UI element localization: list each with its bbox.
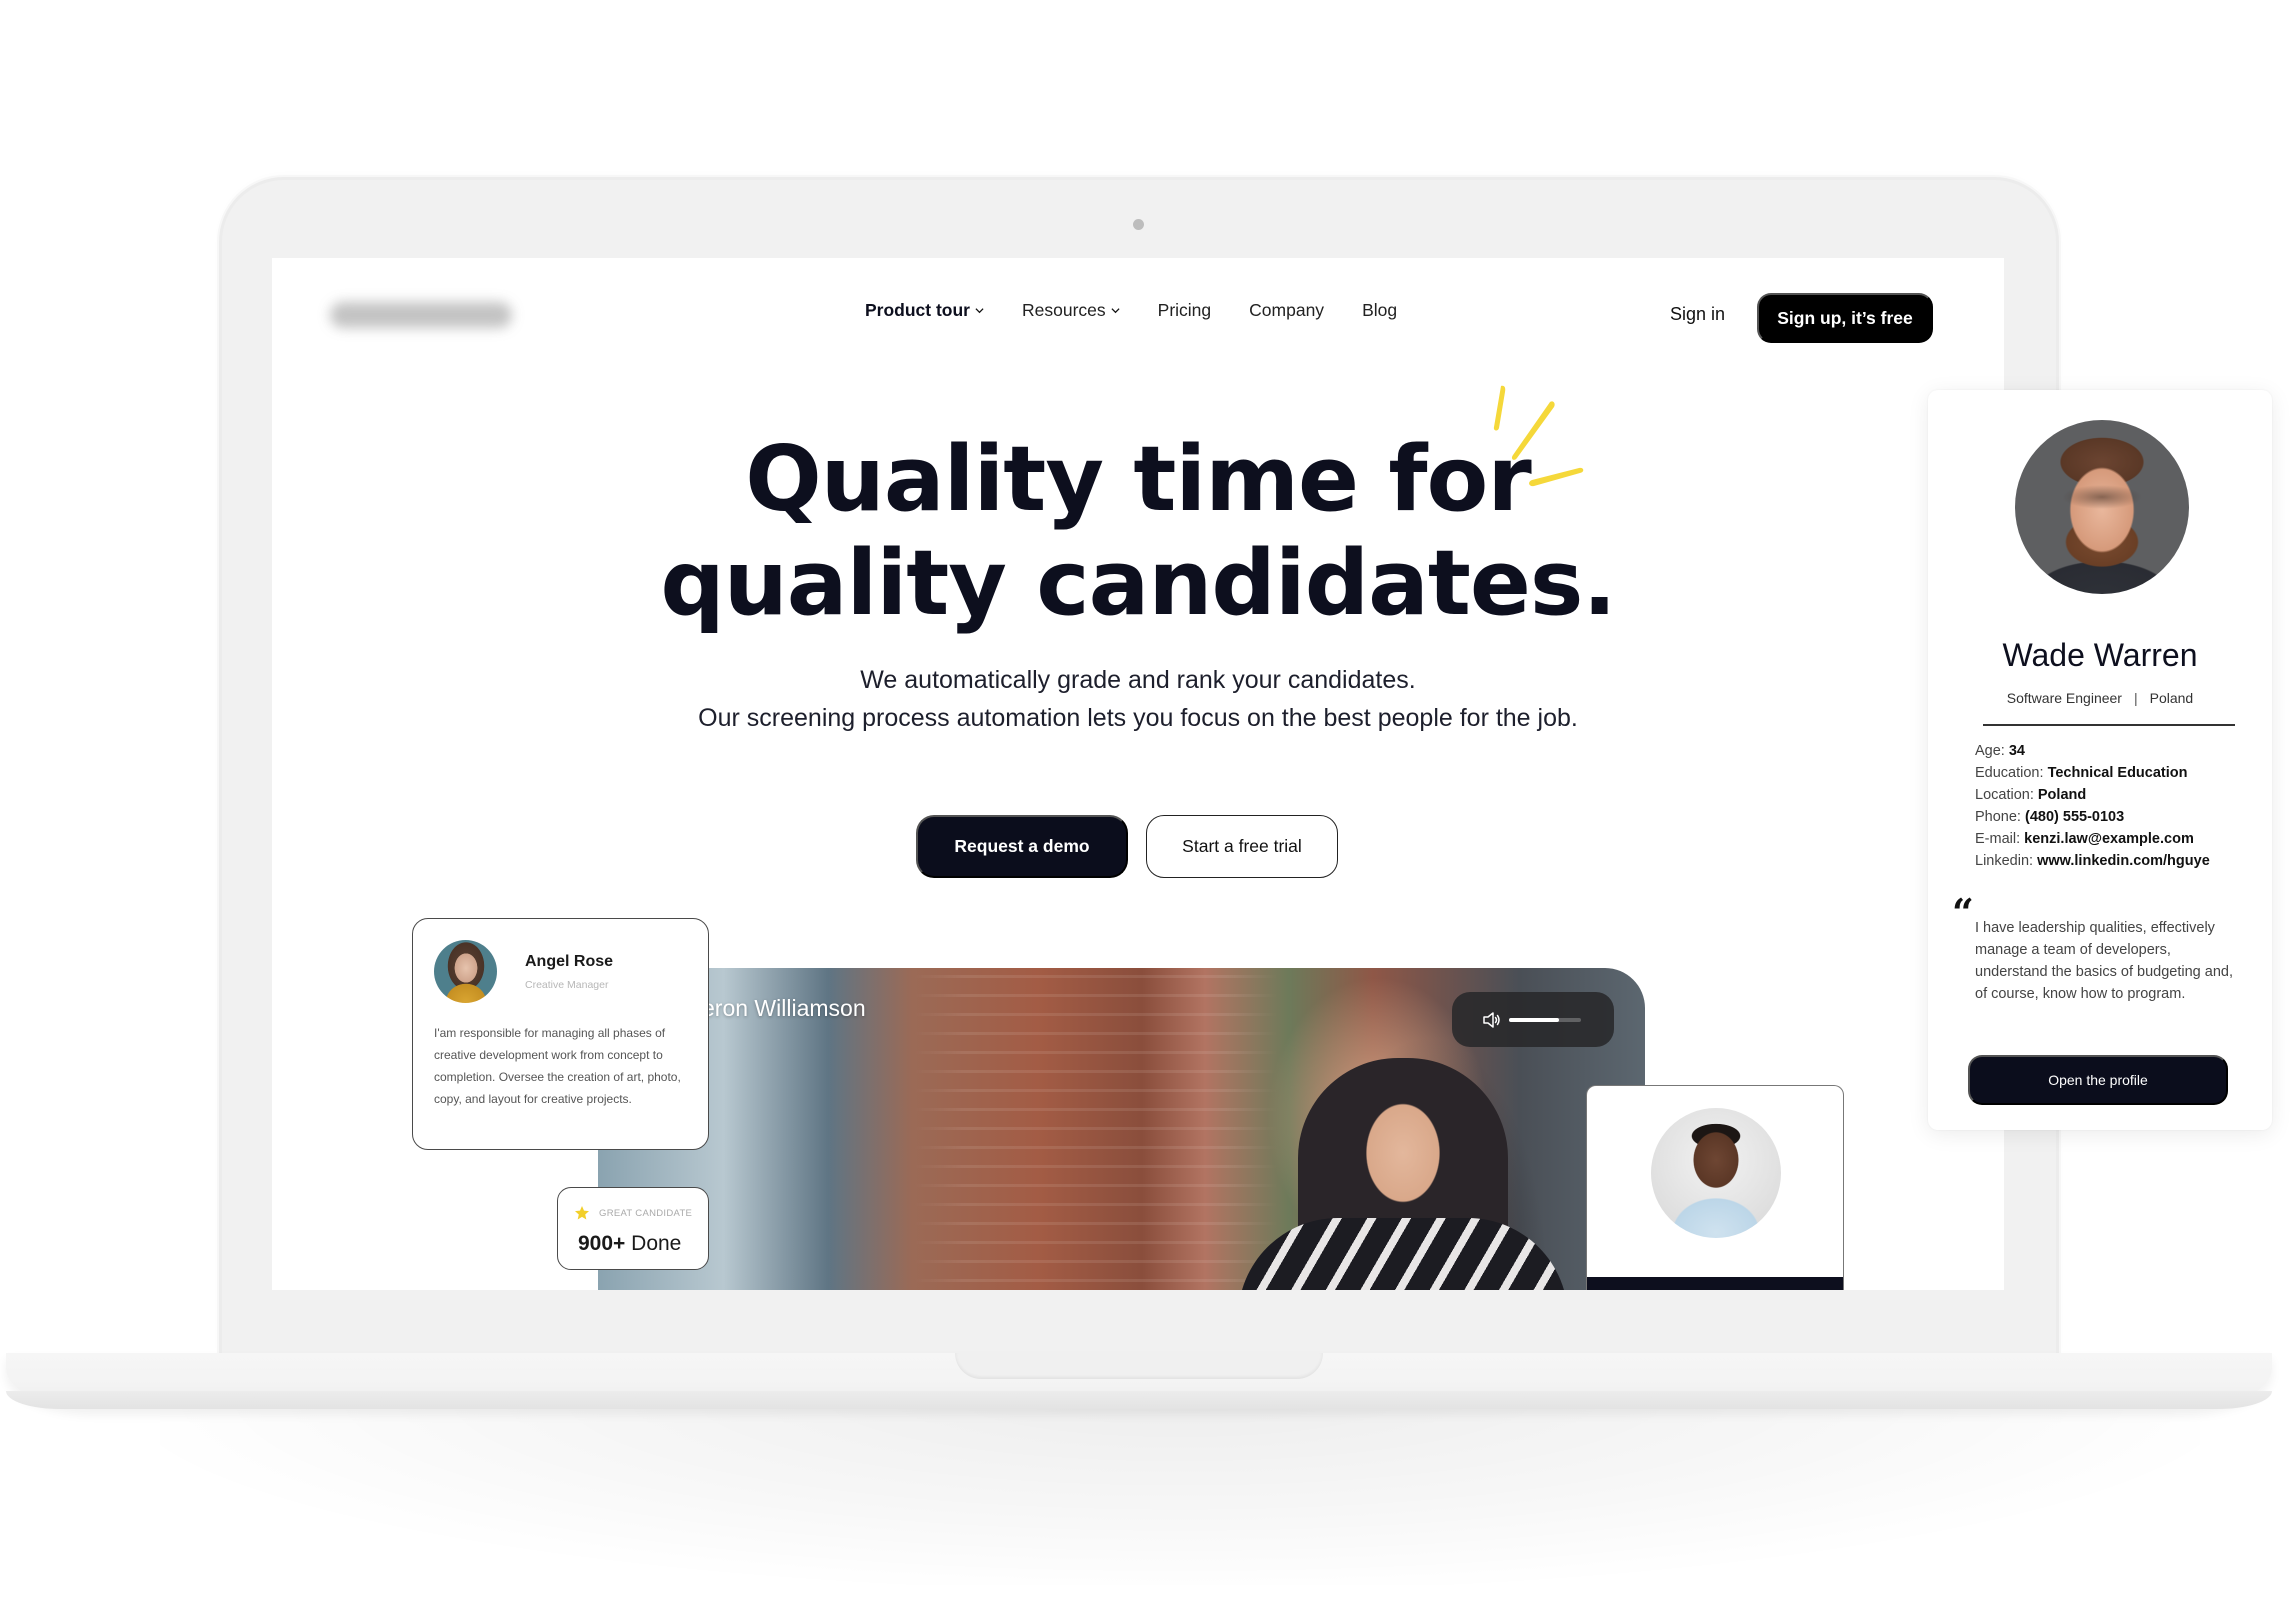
sparkle-stroke [1511, 401, 1555, 460]
nav-item-resources[interactable]: Resources [1022, 300, 1120, 321]
hero-headline: Quality time for quality candidates. [272, 428, 2004, 636]
detail-value: www.linkedin.com/hguye [2037, 853, 2210, 869]
chevron-down-icon [1111, 308, 1120, 314]
sparkle-accent-icon [1493, 385, 1584, 487]
badge-value: 900+ Done [578, 1232, 681, 1256]
profile-name: Wade Warren [2002, 637, 2198, 673]
detail-education: Education: Technical Education [1975, 762, 2210, 784]
laptop-screen: Product tour Resources Pricing Company B… [272, 258, 2004, 1290]
sparkle-stroke [1493, 385, 1506, 431]
badge-value-text: Done [625, 1232, 682, 1255]
brand-logo-blurred[interactable] [330, 302, 512, 328]
volume-control[interactable] [1452, 992, 1614, 1047]
volume-slider[interactable] [1509, 1017, 1581, 1022]
badge-value-number: 900+ [578, 1232, 626, 1255]
detail-phone: Phone: (480) 555-0103 [1975, 806, 2210, 828]
detail-value: (480) 555-0103 [2025, 809, 2125, 825]
divider [1983, 724, 2235, 726]
detail-location: Location: Poland [1975, 784, 2210, 806]
laptop-shadow [160, 1395, 2200, 1585]
candidate-card-savannah[interactable]: Savannah Nguyen [1586, 1085, 1844, 1290]
candidate-card-angel-rose[interactable]: Angel Rose Creative Manager I'am respons… [412, 918, 709, 1150]
detail-value: Technical Education [2047, 765, 2188, 781]
profile-card-wade-warren: Wade Warren Software Engineer | Poland Age… [1928, 390, 2272, 1130]
candidate-name: Angel Rose [525, 953, 614, 970]
laptop-hinge-notch [955, 1353, 1323, 1379]
avatar [1651, 1108, 1781, 1238]
candidate-bio: I'am responsible for managing all phases… [434, 1026, 681, 1106]
webcam-icon [1133, 219, 1144, 230]
detail-value: 34 [2008, 743, 2025, 759]
detail-label: Location: [1975, 787, 2038, 803]
badge-label: GREAT CANDIDATE [599, 1208, 693, 1219]
video-candidate-name: eron Williamson [702, 995, 866, 1021]
profile-quote: I have leadership qualities, effectively… [1975, 920, 2233, 1002]
nav-item-label: Pricing [1157, 300, 1212, 320]
profile-country: Poland [2149, 690, 2194, 706]
sign-in-link[interactable]: Sign in [1670, 304, 1725, 325]
headline-line-2: quality candidates. [660, 531, 1616, 636]
open-profile-button[interactable]: Open the profile [1968, 1055, 2228, 1105]
profile-subtitle: Software Engineer | Poland [1928, 690, 2272, 706]
detail-email: E-mail: kenzi.law@example.com [1975, 828, 2210, 850]
start-trial-button[interactable]: Start a free trial [1146, 815, 1338, 878]
detail-value: Poland [2037, 787, 2087, 803]
detail-linkedin: Linkedin: www.linkedin.com/hguye [1975, 850, 2210, 872]
great-candidate-badge: GREAT CANDIDATE 900+ Done [557, 1187, 709, 1270]
main-nav: Product tour Resources Pricing Company B… [865, 300, 1397, 321]
nav-item-label: Company [1249, 300, 1325, 320]
candidate-name-bar: Savannah Nguyen [1587, 1277, 1843, 1290]
headline-line-1: Quality time for [745, 427, 1531, 532]
volume-slider-fill [1509, 1017, 1560, 1022]
profile-details: Age: 34 Education: Technical Education L… [1975, 740, 2210, 872]
nav-item-product-tour[interactable]: Product tour [865, 300, 984, 321]
sign-up-button[interactable]: Sign up, it’s free [1757, 293, 1933, 343]
nav-item-label: Product tour [865, 300, 970, 320]
speaker-icon[interactable] [1483, 1011, 1501, 1028]
detail-value: kenzi.law@example.com [2024, 831, 2194, 847]
detail-label: Education: [1975, 765, 2048, 781]
candidate-video-shirt [1238, 1218, 1568, 1290]
detail-label: Age: [1975, 743, 2009, 759]
sparkle-stroke [1529, 467, 1584, 487]
separator: | [2133, 690, 2138, 706]
nav-item-label: Resources [1022, 300, 1106, 320]
candidate-role: Creative Manager [525, 979, 609, 991]
star-icon [575, 1206, 589, 1220]
request-demo-button[interactable]: Request a demo [916, 815, 1128, 878]
avatar [2015, 420, 2189, 594]
interview-video[interactable]: eron Williamson [598, 968, 1645, 1290]
nav-item-pricing[interactable]: Pricing [1158, 300, 1212, 321]
nav-item-label: Blog [1362, 300, 1398, 320]
subtitle-line-2: Our screening process automation lets yo… [698, 704, 1578, 732]
avatar [434, 940, 497, 1003]
quote-icon: “ [1952, 890, 1974, 935]
nav-item-blog[interactable]: Blog [1362, 300, 1397, 321]
detail-label: Phone: [1975, 809, 2025, 825]
nav-item-company[interactable]: Company [1249, 300, 1324, 321]
chevron-down-icon [975, 308, 984, 314]
hero-subtitle: We automatically grade and rank your can… [272, 661, 2004, 737]
detail-label: E-mail: [1975, 831, 2025, 847]
profile-title: Software Engineer [2006, 690, 2122, 706]
detail-age: Age: 34 [1975, 740, 2210, 762]
detail-label: Linkedin: [1975, 853, 2038, 869]
laptop-base-lip [6, 1391, 2272, 1409]
subtitle-line-1: We automatically grade and rank your can… [860, 666, 1416, 694]
